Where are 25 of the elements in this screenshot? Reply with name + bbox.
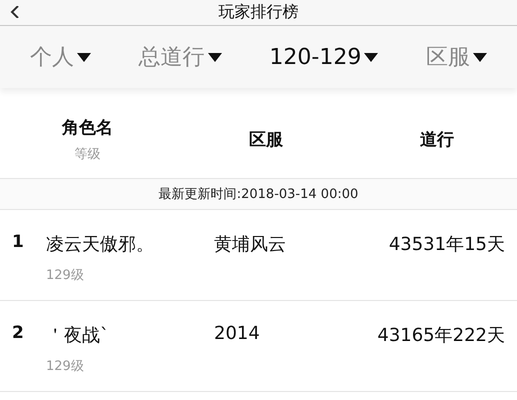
caret-icon xyxy=(364,52,378,62)
player-name: 凌云天傲邪。 xyxy=(46,233,155,256)
column-header: 区服 xyxy=(249,128,283,150)
filter-dropdown[interactable]: 个人 xyxy=(28,38,93,76)
filter-dropdown[interactable]: 120-129 xyxy=(267,40,380,74)
caret-icon xyxy=(208,52,222,62)
page-title: 玩家排行榜 xyxy=(218,2,298,23)
rank-number: 1 xyxy=(12,232,25,252)
daoxing-value: 43165年222天 xyxy=(377,324,505,347)
column-subheader: 等级 xyxy=(74,146,100,162)
daoxing-value: 43531年15天 xyxy=(388,233,505,256)
filter-dropdown[interactable]: 总道行 xyxy=(136,38,224,76)
caret-icon xyxy=(473,52,488,62)
rank-number: 2 xyxy=(12,323,25,343)
caret-icon xyxy=(76,52,91,62)
back-icon[interactable] xyxy=(10,6,20,18)
update-time: 最新更新时间:2018-03-14 00:00 xyxy=(158,186,358,203)
server-name: 黄埔风云 xyxy=(214,233,287,256)
server-name: 2014 xyxy=(214,323,261,344)
player-level: 129级 xyxy=(46,267,85,284)
column-header: 道行 xyxy=(420,128,454,150)
player-name: ＇夜战ˋ xyxy=(46,324,110,347)
filter-dropdown[interactable]: 区服 xyxy=(424,38,490,76)
player-level: 129级 xyxy=(46,358,85,375)
column-header: 角色名 xyxy=(62,116,113,138)
